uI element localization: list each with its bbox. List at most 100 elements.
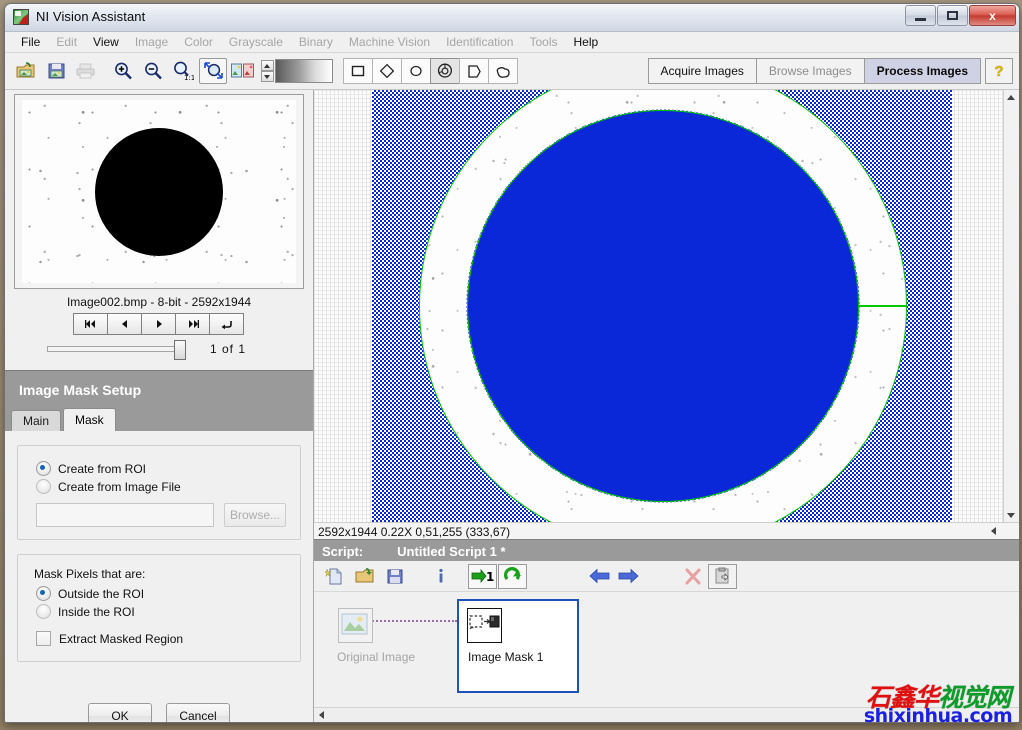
script-info-icon[interactable] — [426, 564, 455, 589]
scroll-down-icon[interactable] — [1004, 508, 1018, 522]
cancel-button[interactable]: Cancel — [166, 703, 230, 723]
status-text: 2592x1944 0.22X 0,51,255 (333,67) — [318, 525, 510, 539]
loop-images-icon[interactable] — [209, 313, 244, 335]
script-step-original-image[interactable]: Original Image — [328, 599, 450, 693]
original-image-icon — [338, 608, 373, 643]
browse-button: Browse... — [224, 503, 286, 527]
open-image-icon[interactable] — [12, 58, 40, 84]
save-script-icon[interactable] — [380, 564, 409, 589]
slider-handle[interactable] — [174, 340, 186, 360]
svg-text:1: 1 — [486, 570, 494, 584]
tab-process-images[interactable]: Process Images — [864, 58, 981, 84]
scroll-up-icon[interactable] — [1004, 90, 1018, 104]
checkbox-extract-masked-region[interactable] — [36, 631, 51, 646]
radio-create-from-image-file[interactable] — [36, 479, 51, 494]
menu-machine-vision: Machine Vision — [341, 33, 438, 51]
zoom-spinner[interactable] — [261, 60, 272, 82]
new-script-icon[interactable] — [320, 564, 349, 589]
previous-image-icon[interactable] — [107, 313, 142, 335]
print-icon — [72, 58, 100, 84]
script-step-image-mask-1[interactable]: Image Mask 1 — [457, 599, 579, 693]
option-inside-the-roi[interactable]: Inside the ROI — [36, 604, 286, 619]
image-status-bar: 2592x1944 0.22X 0,51,255 (333,67) — [314, 522, 1019, 540]
dialog-buttons: OK Cancel — [5, 703, 313, 723]
menu-file[interactable]: File — [13, 33, 48, 51]
tab-main[interactable]: Main — [11, 410, 61, 431]
next-image-icon[interactable] — [141, 313, 176, 335]
image-thumbnail-frame[interactable] — [14, 94, 304, 289]
image-palette-icon[interactable] — [229, 58, 257, 84]
label-outside-the-roi: Outside the ROI — [58, 587, 144, 601]
step-back-icon[interactable] — [584, 564, 613, 589]
rotated-rectangle-roi-icon[interactable] — [372, 58, 402, 84]
mask-file-input[interactable] — [36, 503, 214, 527]
menu-tools: Tools — [521, 33, 565, 51]
tab-browse-images: Browse Images — [756, 58, 865, 84]
option-create-from-roi[interactable]: Create from ROI — [36, 461, 286, 476]
script-name: Untitled Script 1 * — [397, 544, 505, 559]
image-canvas-area — [314, 90, 1019, 522]
first-image-icon[interactable] — [73, 313, 108, 335]
tab-acquire-images[interactable]: Acquire Images — [648, 58, 757, 84]
save-image-icon[interactable] — [42, 58, 70, 84]
option-extract-masked-region[interactable]: Extract Masked Region — [36, 631, 286, 646]
paste-step-icon — [708, 564, 737, 589]
help-button[interactable]: ? — [985, 58, 1013, 84]
last-image-icon[interactable] — [175, 313, 210, 335]
script-label: Script: — [322, 544, 363, 559]
zoom-out-icon[interactable] — [139, 58, 167, 84]
close-button[interactable]: x — [969, 5, 1016, 26]
menu-help[interactable]: Help — [566, 33, 607, 51]
image-mask-icon — [467, 608, 502, 643]
ok-button[interactable]: OK — [88, 703, 152, 723]
maximize-button[interactable] — [937, 5, 968, 26]
svg-text:1:1: 1:1 — [184, 74, 194, 81]
roi-inner-ring[interactable] — [467, 110, 859, 502]
menu-view[interactable]: View — [85, 33, 127, 51]
step-forward-icon[interactable] — [614, 564, 643, 589]
roi-radial-line[interactable] — [859, 305, 907, 307]
zoom-in-icon[interactable] — [109, 58, 137, 84]
label-create-from-roi: Create from ROI — [58, 462, 146, 476]
annulus-roi-icon[interactable] — [430, 58, 460, 84]
main-toolbar: 1:1 — [5, 53, 1019, 90]
image-slider-row: 1 of 1 — [47, 342, 313, 356]
image-position-slider[interactable] — [47, 346, 182, 352]
left-panel: Image002.bmp - 8-bit - 2592x1944 — [5, 90, 314, 723]
menu-image: Image — [127, 33, 176, 51]
window-controls: x — [905, 5, 1016, 26]
option-outside-the-roi[interactable]: Outside the ROI — [36, 586, 286, 601]
mask-file-row: Browse... — [36, 503, 286, 527]
menu-binary: Binary — [291, 33, 341, 51]
setup-tabstrip: Main Mask — [5, 409, 313, 431]
run-once-icon[interactable]: 1 — [468, 564, 497, 589]
run-continuous-icon[interactable] — [498, 564, 527, 589]
delete-step-icon — [678, 564, 707, 589]
image-display[interactable] — [372, 90, 952, 522]
minimize-button[interactable] — [905, 5, 936, 26]
grayscale-palette[interactable] — [275, 59, 333, 83]
option-create-from-image-file[interactable]: Create from Image File — [36, 479, 286, 494]
roi-tool-group — [344, 58, 518, 84]
window-title: NI Vision Assistant — [36, 9, 145, 24]
open-script-icon[interactable] — [350, 564, 379, 589]
ni-vision-icon — [13, 9, 29, 25]
label-create-from-image-file: Create from Image File — [58, 480, 181, 494]
zoom-fit-icon[interactable] — [199, 58, 227, 84]
script-scroll-left-icon[interactable] — [314, 708, 328, 722]
polygon-roi-icon[interactable] — [459, 58, 489, 84]
oval-roi-icon[interactable] — [401, 58, 431, 84]
script-horizontal-scrollbar[interactable] — [314, 707, 1019, 722]
close-icon: x — [989, 10, 996, 22]
horizontal-scroll-left-icon[interactable] — [987, 525, 999, 537]
tab-mask[interactable]: Mask — [63, 408, 116, 431]
menu-color: Color — [176, 33, 221, 51]
script-step-label-mask: Image Mask 1 — [468, 650, 577, 664]
vertical-scrollbar[interactable] — [1003, 90, 1019, 522]
radio-create-from-roi[interactable] — [36, 461, 51, 476]
freehand-roi-icon[interactable] — [488, 58, 518, 84]
radio-inside-the-roi[interactable] — [36, 604, 51, 619]
radio-outside-the-roi[interactable] — [36, 586, 51, 601]
rectangle-roi-icon[interactable] — [343, 58, 373, 84]
zoom-actual-size-icon[interactable]: 1:1 — [169, 58, 197, 84]
